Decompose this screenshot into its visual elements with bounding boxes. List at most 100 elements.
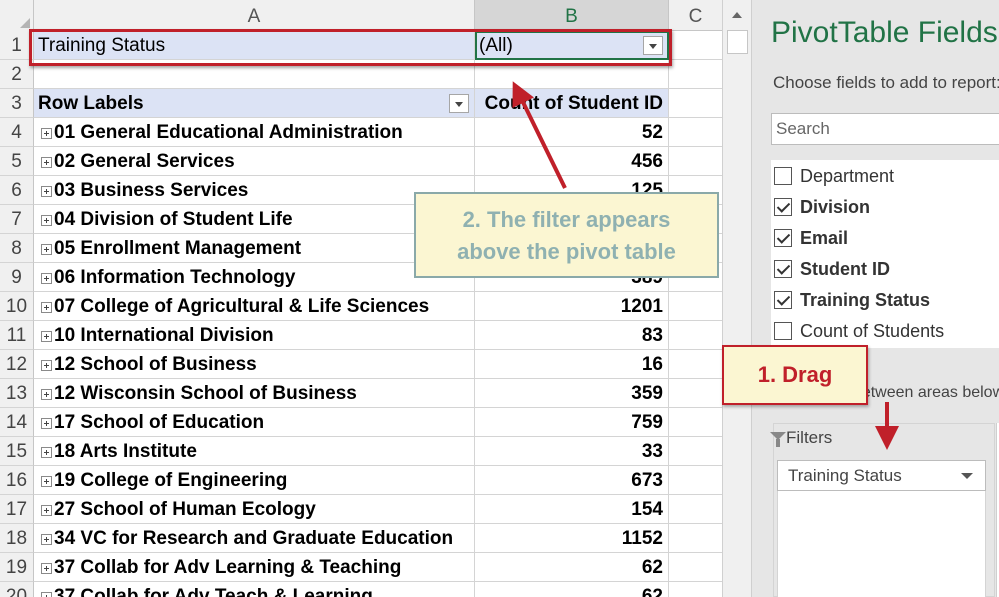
row-number[interactable]: 9 xyxy=(0,263,34,292)
expand-plus-icon[interactable] xyxy=(41,157,52,168)
checked-checkbox-icon[interactable] xyxy=(774,229,792,247)
row-label-cell[interactable]: 34 VC for Research and Graduate Educatio… xyxy=(34,524,475,553)
row-number[interactable]: 4 xyxy=(0,118,34,147)
row-number[interactable]: 6 xyxy=(0,176,34,205)
count-value-cell[interactable]: 52 xyxy=(475,118,669,147)
unchecked-checkbox-icon[interactable] xyxy=(774,322,792,340)
cell-c[interactable] xyxy=(669,379,722,408)
filter-area-field-training-status[interactable]: Training Status xyxy=(777,460,986,491)
count-value-cell[interactable]: 759 xyxy=(475,408,669,437)
row-number[interactable]: 11 xyxy=(0,321,34,350)
row-label-cell[interactable]: 18 Arts Institute xyxy=(34,437,475,466)
cell-c[interactable] xyxy=(669,292,722,321)
count-value-cell[interactable]: 154 xyxy=(475,495,669,524)
row-number[interactable]: 1 xyxy=(0,31,34,60)
row-label-cell[interactable]: 10 International Division xyxy=(34,321,475,350)
expand-plus-icon[interactable] xyxy=(41,592,52,597)
row-label-cell[interactable]: 05 Enrollment Management xyxy=(34,234,475,263)
count-header-cell[interactable]: Count of Student ID xyxy=(475,89,669,118)
expand-plus-icon[interactable] xyxy=(41,273,52,284)
field-item[interactable]: Student ID xyxy=(774,259,890,290)
cell-b[interactable] xyxy=(475,60,669,89)
field-search-input[interactable]: Search xyxy=(771,113,999,145)
cell-c[interactable] xyxy=(669,553,722,582)
expand-plus-icon[interactable] xyxy=(41,534,52,545)
count-value-cell[interactable]: 1152 xyxy=(475,524,669,553)
expand-plus-icon[interactable] xyxy=(41,302,52,313)
scroll-up-arrow-icon[interactable] xyxy=(727,6,748,26)
column-header-c[interactable]: C xyxy=(669,0,722,31)
select-all-corner[interactable] xyxy=(0,0,34,31)
row-labels-header-cell[interactable]: Row Labels xyxy=(34,89,475,118)
row-number[interactable]: 10 xyxy=(0,292,34,321)
row-label-cell[interactable]: 12 School of Business xyxy=(34,350,475,379)
count-value-cell[interactable]: 62 xyxy=(475,582,669,597)
cell-c[interactable] xyxy=(669,495,722,524)
row-number[interactable]: 20 xyxy=(0,582,34,597)
scrollbar-thumb[interactable] xyxy=(727,30,748,54)
vertical-scrollbar[interactable] xyxy=(722,0,751,597)
column-header-a[interactable]: A xyxy=(34,0,475,31)
count-value-cell[interactable]: 33 xyxy=(475,437,669,466)
row-label-cell[interactable]: 12 Wisconsin School of Business xyxy=(34,379,475,408)
count-value-cell[interactable]: 359 xyxy=(475,379,669,408)
expand-plus-icon[interactable] xyxy=(41,331,52,342)
cell-c[interactable] xyxy=(669,437,722,466)
expand-plus-icon[interactable] xyxy=(41,476,52,487)
field-item[interactable]: Email xyxy=(774,228,848,259)
row-number[interactable]: 7 xyxy=(0,205,34,234)
row-label-cell[interactable]: 37 Collab for Adv Teach & Learning xyxy=(34,582,475,597)
row-label-cell[interactable]: 19 College of Engineering xyxy=(34,466,475,495)
cell-c[interactable] xyxy=(669,524,722,553)
expand-plus-icon[interactable] xyxy=(41,505,52,516)
expand-plus-icon[interactable] xyxy=(41,360,52,371)
row-number[interactable]: 18 xyxy=(0,524,34,553)
row-label-cell[interactable]: 07 College of Agricultural & Life Scienc… xyxy=(34,292,475,321)
count-value-cell[interactable]: 83 xyxy=(475,321,669,350)
row-number[interactable]: 15 xyxy=(0,437,34,466)
expand-plus-icon[interactable] xyxy=(41,244,52,255)
row-label-cell[interactable]: 17 School of Education xyxy=(34,408,475,437)
row-label-cell[interactable]: 37 Collab for Adv Learning & Teaching xyxy=(34,553,475,582)
row-labels-dropdown-button[interactable] xyxy=(449,94,469,113)
filters-area-dropzone[interactable] xyxy=(777,491,986,597)
cell-c[interactable] xyxy=(669,466,722,495)
expand-plus-icon[interactable] xyxy=(41,186,52,197)
row-number[interactable]: 13 xyxy=(0,379,34,408)
row-label-cell[interactable]: 06 Information Technology xyxy=(34,263,475,292)
cell-c[interactable] xyxy=(669,408,722,437)
row-number[interactable]: 14 xyxy=(0,408,34,437)
row-label-cell[interactable]: 01 General Educational Administration xyxy=(34,118,475,147)
column-header-b[interactable]: B xyxy=(475,0,669,31)
expand-plus-icon[interactable] xyxy=(41,128,52,139)
row-number[interactable]: 17 xyxy=(0,495,34,524)
expand-plus-icon[interactable] xyxy=(41,215,52,226)
field-item[interactable]: Department xyxy=(774,166,894,197)
count-value-cell[interactable]: 62 xyxy=(475,553,669,582)
expand-plus-icon[interactable] xyxy=(41,563,52,574)
row-label-cell[interactable]: 27 School of Human Ecology xyxy=(34,495,475,524)
cell-c[interactable] xyxy=(669,321,722,350)
count-value-cell[interactable]: 673 xyxy=(475,466,669,495)
spreadsheet-grid[interactable]: A B C 1 Training Status (All) 2 3 Row La… xyxy=(0,0,722,597)
checked-checkbox-icon[interactable] xyxy=(774,198,792,216)
field-item[interactable]: Training Status xyxy=(774,290,930,321)
unchecked-checkbox-icon[interactable] xyxy=(774,167,792,185)
row-label-cell[interactable]: 04 Division of Student Life xyxy=(34,205,475,234)
expand-plus-icon[interactable] xyxy=(41,418,52,429)
expand-plus-icon[interactable] xyxy=(41,389,52,400)
cell-c[interactable] xyxy=(669,582,722,597)
cell-c[interactable] xyxy=(669,60,722,89)
cell-c[interactable] xyxy=(669,31,722,60)
row-number[interactable]: 8 xyxy=(0,234,34,263)
row-number[interactable]: 12 xyxy=(0,350,34,379)
row-number[interactable]: 2 xyxy=(0,60,34,89)
filter-dropdown-button[interactable] xyxy=(643,36,663,55)
count-value-cell[interactable]: 1201 xyxy=(475,292,669,321)
field-item[interactable]: Division xyxy=(774,197,870,228)
checked-checkbox-icon[interactable] xyxy=(774,291,792,309)
row-label-cell[interactable]: 03 Business Services xyxy=(34,176,475,205)
row-number[interactable]: 16 xyxy=(0,466,34,495)
filter-value-cell[interactable]: (All) xyxy=(475,31,669,60)
cell-c[interactable] xyxy=(669,118,722,147)
